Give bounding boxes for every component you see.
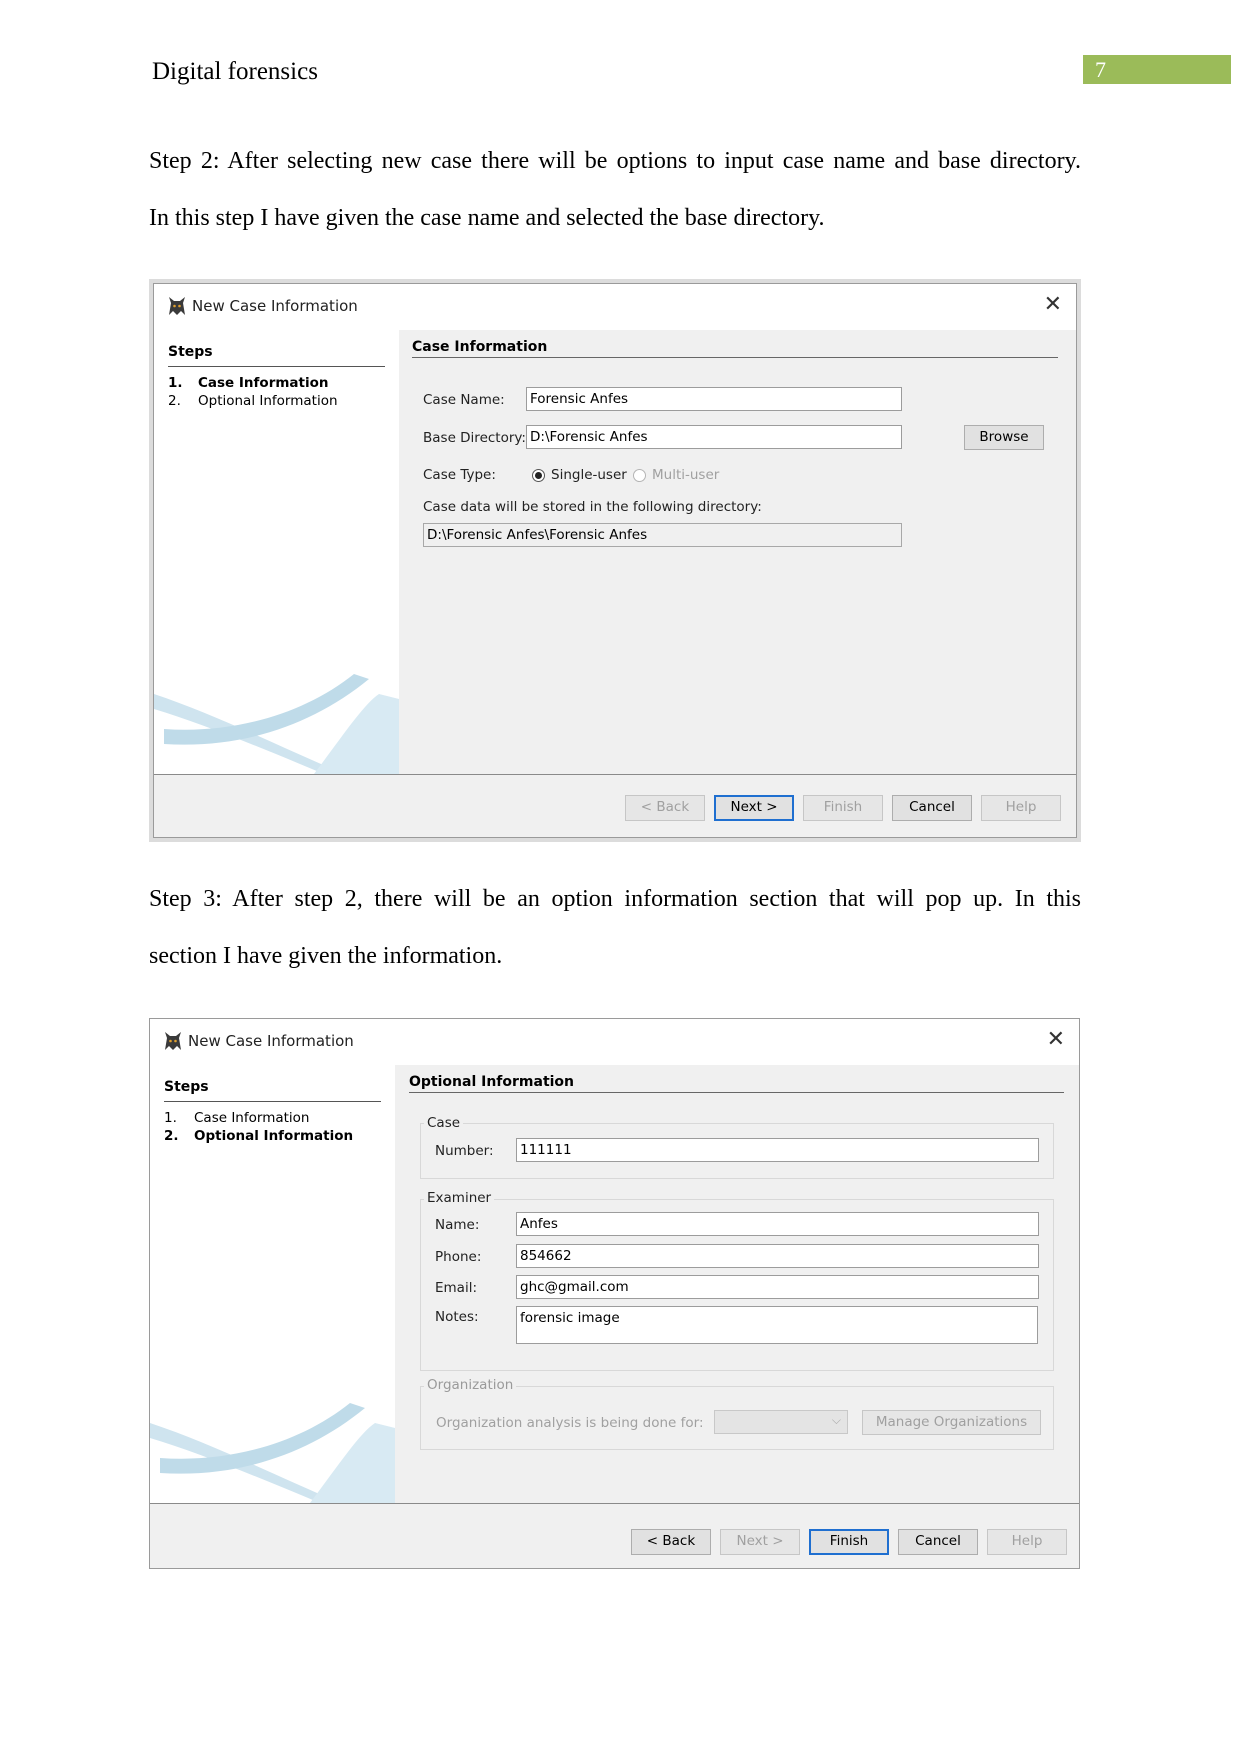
storage-path-field: D:\Forensic Anfes\Forensic Anfes (423, 523, 902, 547)
steps-heading: Steps (168, 344, 213, 360)
back-button[interactable]: < Back (625, 795, 705, 821)
paragraph-step2-line1: Step 2: After selecting new case there w… (149, 148, 1081, 174)
multi-user-radio[interactable] (633, 469, 646, 482)
case-type-label: Case Type: (423, 467, 496, 483)
single-user-label: Single-user (551, 467, 627, 483)
screenshot-optional-information-dialog: New Case Information ✕ Steps 1. Case Info… (149, 1018, 1080, 1569)
divider (409, 1092, 1064, 1093)
manage-organizations-button[interactable]: Manage Organizations (862, 1410, 1041, 1435)
multi-user-label: Multi-user (652, 467, 720, 483)
close-icon[interactable]: ✕ (1044, 292, 1062, 317)
paragraph-step3-line1: Step 3: After step 2, there will be an o… (149, 886, 1081, 912)
number-label: Number: (435, 1143, 494, 1159)
number-input[interactable]: 111111 (516, 1138, 1039, 1162)
org-analysis-label: Organization analysis is being done for: (436, 1415, 704, 1431)
cancel-button[interactable]: Cancel (898, 1529, 978, 1555)
help-button[interactable]: Help (981, 795, 1061, 821)
step-optional-information: 2. Optional Information (168, 393, 338, 409)
case-name-input[interactable]: Forensic Anfes (526, 387, 902, 411)
organization-select[interactable]: ⌵ (714, 1410, 848, 1434)
steps-panel: Steps 1. Case Information 2. Optional Info… (150, 1065, 395, 1503)
back-button[interactable]: < Back (631, 1529, 711, 1555)
divider (412, 357, 1058, 358)
step-case-information: 1. Case Information (164, 1110, 310, 1126)
help-button[interactable]: Help (987, 1529, 1067, 1555)
section-heading: Optional Information (409, 1074, 575, 1090)
browse-button[interactable]: Browse (964, 425, 1044, 450)
examiner-name-input[interactable]: Anfes (516, 1212, 1039, 1236)
next-button[interactable]: Next > (714, 795, 794, 821)
email-label: Email: (435, 1280, 478, 1296)
storage-note: Case data will be stored in the followin… (423, 499, 762, 515)
autopsy-dog-icon (169, 297, 185, 315)
decorative-swoosh-graphic (150, 1403, 395, 1503)
steps-heading: Steps (164, 1079, 209, 1095)
next-button[interactable]: Next > (720, 1529, 800, 1555)
chevron-down-icon: ⌵ (831, 1413, 841, 1427)
cancel-button[interactable]: Cancel (892, 795, 972, 821)
divider (164, 1101, 381, 1102)
paragraph-step2-line2: In this step I have given the case name … (149, 205, 825, 231)
divider (168, 366, 385, 367)
close-icon[interactable]: ✕ (1047, 1027, 1065, 1052)
divider (150, 1503, 1079, 1504)
dialog-title: New Case Information (192, 297, 358, 315)
screenshot-case-information-dialog: New Case Information ✕ Steps 1. Case Info… (153, 283, 1077, 838)
base-directory-label: Base Directory: (423, 430, 526, 446)
case-name-label: Case Name: (423, 392, 505, 408)
dialog-title: New Case Information (188, 1032, 354, 1050)
case-group-label: Case (424, 1115, 464, 1131)
step-case-information: 1. Case Information (168, 375, 329, 391)
phone-input[interactable]: 854662 (516, 1244, 1039, 1268)
base-directory-input[interactable]: D:\Forensic Anfes (526, 425, 902, 449)
single-user-radio[interactable] (532, 469, 545, 482)
divider (154, 774, 1076, 775)
step-optional-information: 2. Optional Information (164, 1128, 354, 1144)
dialog-titlebar: New Case Information ✕ (154, 284, 1076, 330)
phone-label: Phone: (435, 1249, 482, 1265)
examiner-group-label: Examiner (424, 1190, 495, 1206)
page-number: 7 (1083, 55, 1231, 84)
finish-button[interactable]: Finish (803, 795, 883, 821)
document-header-title: Digital forensics (152, 58, 318, 85)
notes-textarea[interactable]: forensic image (516, 1306, 1038, 1344)
section-heading: Case Information (412, 339, 548, 355)
examiner-name-label: Name: (435, 1217, 480, 1233)
email-input[interactable]: ghc@gmail.com (516, 1275, 1039, 1299)
decorative-swoosh-graphic (154, 674, 399, 774)
steps-panel: Steps 1. Case Information 2. Optional Info… (154, 330, 399, 774)
dialog-titlebar: New Case Information ✕ (150, 1019, 1079, 1065)
finish-button[interactable]: Finish (809, 1529, 889, 1555)
autopsy-dog-icon (165, 1032, 181, 1050)
notes-label: Notes: (435, 1309, 479, 1325)
organization-group-label: Organization (424, 1377, 517, 1393)
paragraph-step3-line2: section I have given the information. (149, 943, 503, 969)
